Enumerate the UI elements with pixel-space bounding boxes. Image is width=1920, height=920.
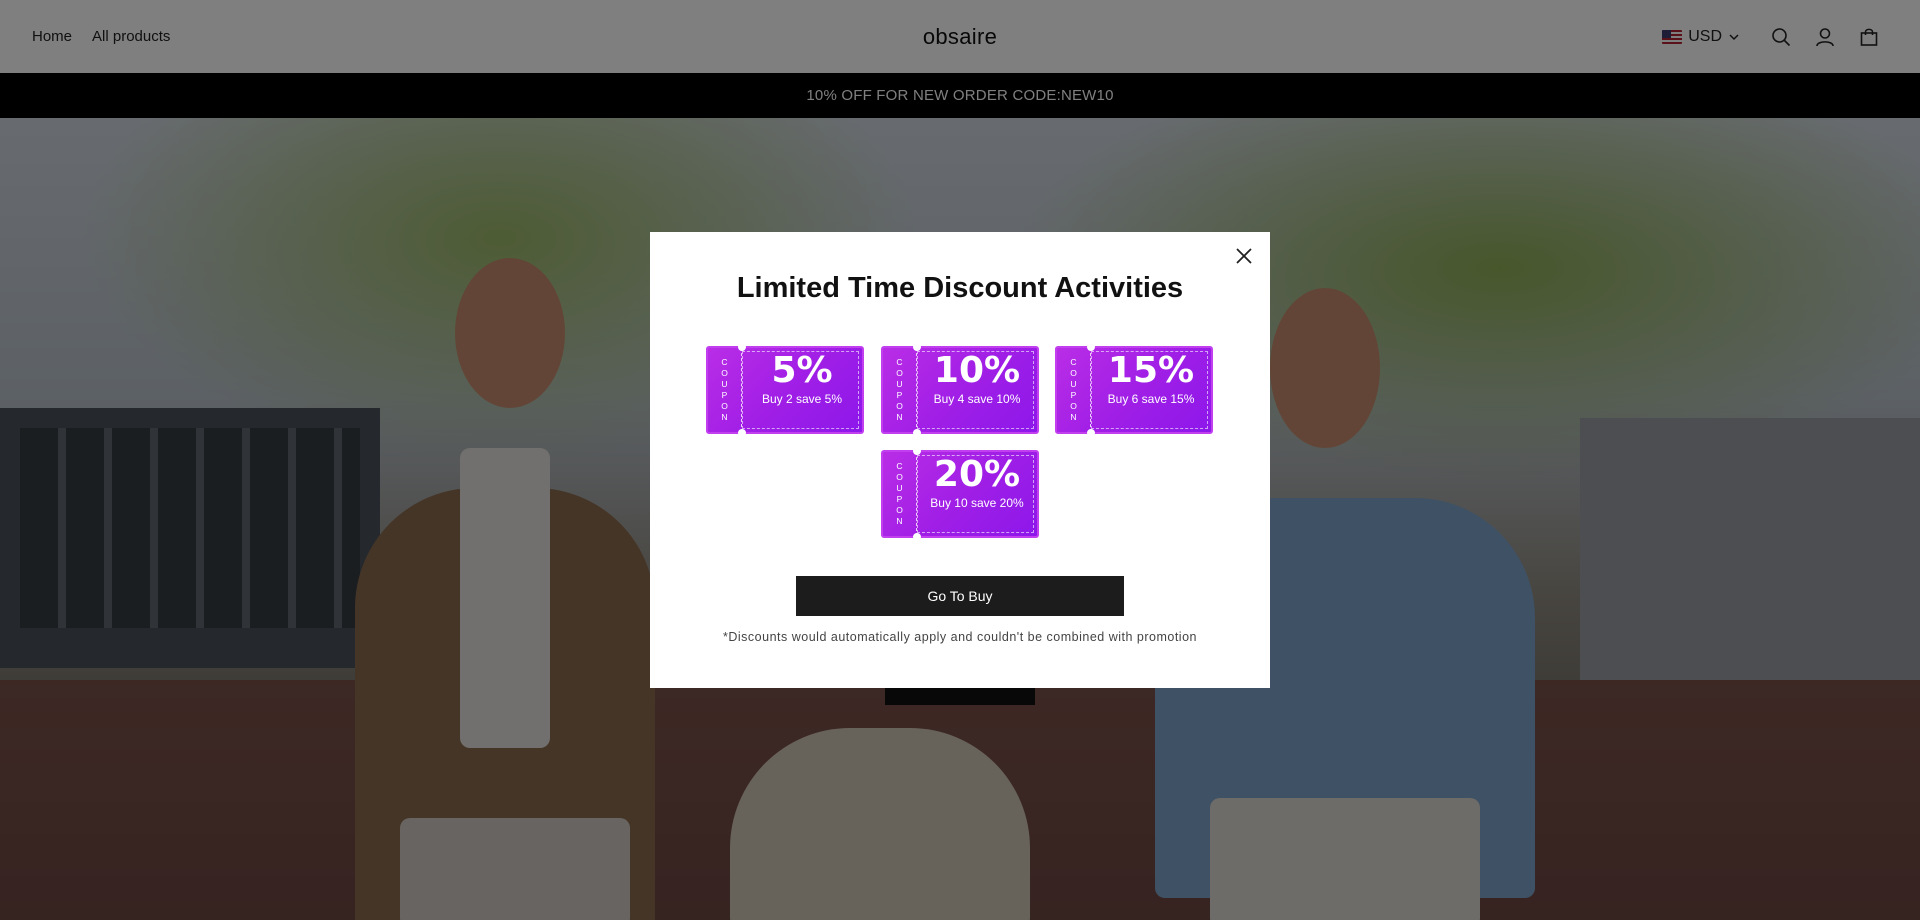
coupon-percent: 15% xyxy=(1107,350,1195,391)
coupon-card[interactable]: COUPON 20% Buy 10 save 20% xyxy=(881,447,1039,541)
coupon-card[interactable]: COUPON 10% Buy 4 save 10% xyxy=(881,343,1039,437)
coupon-label-letter: O xyxy=(896,368,903,378)
coupon-label-letter: O xyxy=(721,401,728,411)
discount-disclaimer: *Discounts would automatically apply and… xyxy=(723,630,1197,644)
coupon-label-letter: O xyxy=(1070,368,1077,378)
coupon-side-label: COUPON xyxy=(883,452,917,536)
coupon-side-label: COUPON xyxy=(1057,348,1091,432)
coupon-label-letter: P xyxy=(896,494,903,504)
coupon-description: Buy 10 save 20% xyxy=(930,496,1024,510)
coupon-label-letter: P xyxy=(896,390,903,400)
coupon-side-label: COUPON xyxy=(708,348,742,432)
coupon-percent: 10% xyxy=(933,350,1021,391)
coupon-percent: 20% xyxy=(933,454,1021,495)
coupon-label-letter: O xyxy=(1070,401,1077,411)
coupon-label-letter: U xyxy=(1070,379,1077,389)
coupon-label-letter: P xyxy=(1070,390,1077,400)
coupon-label-letter: C xyxy=(896,461,903,471)
coupon-label-letter: O xyxy=(721,368,728,378)
coupon-description: Buy 2 save 5% xyxy=(761,392,843,406)
close-icon[interactable] xyxy=(1230,242,1258,270)
coupon-label-letter: U xyxy=(721,379,728,389)
coupon-label-letter: O xyxy=(896,472,903,482)
coupon-card[interactable]: COUPON 15% Buy 6 save 15% xyxy=(1055,343,1213,437)
coupon-description: Buy 4 save 10% xyxy=(933,392,1021,406)
coupon-label-letter: N xyxy=(896,412,903,422)
coupon-side-label: COUPON xyxy=(883,348,917,432)
coupon-card[interactable]: COUPON 5% Buy 2 save 5% xyxy=(706,343,864,437)
coupon-label-letter: U xyxy=(896,483,903,493)
coupon-percent: 5% xyxy=(771,350,833,391)
coupon-label-letter: N xyxy=(721,412,728,422)
coupon-label-letter: C xyxy=(721,357,728,367)
modal-title: Limited Time Discount Activities xyxy=(736,272,1184,304)
coupon-label-letter: O xyxy=(896,505,903,515)
coupon-label-letter: C xyxy=(896,357,903,367)
coupon-label-letter: C xyxy=(1070,357,1077,367)
discount-modal: Limited Time Discount Activities COUPON … xyxy=(650,232,1270,688)
coupon-label-letter: O xyxy=(896,401,903,411)
coupon-description: Buy 6 save 15% xyxy=(1107,392,1195,406)
coupon-label-letter: P xyxy=(721,390,728,400)
coupon-label-letter: U xyxy=(896,379,903,389)
go-to-buy-button[interactable]: Go To Buy xyxy=(796,576,1124,616)
coupon-label-letter: N xyxy=(1070,412,1077,422)
coupon-label-letter: N xyxy=(896,516,903,526)
